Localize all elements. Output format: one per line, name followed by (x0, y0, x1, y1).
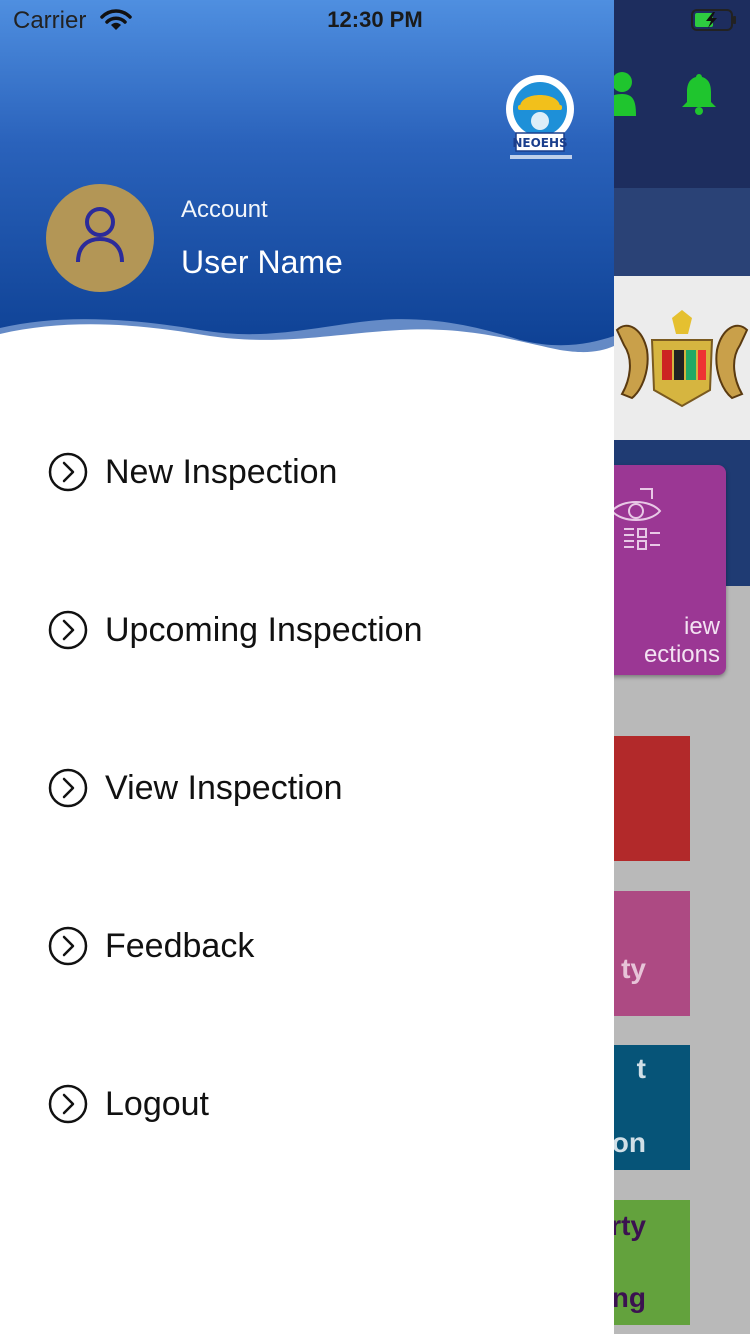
menu-item-label: Logout (105, 1085, 209, 1123)
tile-label-line2: ng (611, 1282, 646, 1313)
menu-item-label: New Inspection (105, 453, 338, 491)
chevron-circle-icon (48, 1084, 88, 1124)
tile-label-line2: on (611, 1127, 646, 1158)
chevron-circle-icon (48, 926, 88, 966)
chevron-circle-icon (48, 452, 88, 492)
bell-icon (682, 74, 716, 115)
chevron-circle-icon (48, 768, 88, 808)
navigation-drawer: NEOEHS Account User Name New Inspection … (0, 0, 614, 1334)
menu-item-label: Upcoming Inspection (105, 611, 423, 649)
menu-item-label: Feedback (105, 927, 255, 965)
menu-item-upcoming-inspection[interactable]: Upcoming Inspection (0, 590, 614, 670)
menu-item-logout[interactable]: Logout (0, 1064, 614, 1144)
user-icon (76, 207, 124, 263)
user-name[interactable]: User Name (181, 244, 343, 281)
battery-charging-icon (691, 9, 736, 31)
tile-label: ty (621, 953, 646, 984)
tile-label-line1: rty (610, 1210, 646, 1241)
chevron-circle-icon (48, 610, 88, 650)
status-bar: Carrier 12:30 PM (0, 0, 750, 40)
status-time: 12:30 PM (327, 7, 423, 32)
account-label: Account (181, 196, 268, 223)
svg-text:NEOEHS: NEOEHS (512, 136, 567, 150)
tile-label-line1: t (636, 1053, 646, 1084)
menu-item-feedback[interactable]: Feedback (0, 906, 614, 986)
coat-of-arms-icon (615, 310, 749, 408)
menu-item-label: View Inspection (105, 769, 343, 807)
menu-item-new-inspection[interactable]: New Inspection (0, 432, 614, 512)
avatar[interactable] (46, 184, 154, 292)
header-wave (0, 319, 614, 380)
neoehs-logo: NEOEHS (506, 75, 574, 159)
menu-item-view-inspection[interactable]: View Inspection (0, 748, 614, 828)
inspection-eye-icon (610, 488, 662, 550)
